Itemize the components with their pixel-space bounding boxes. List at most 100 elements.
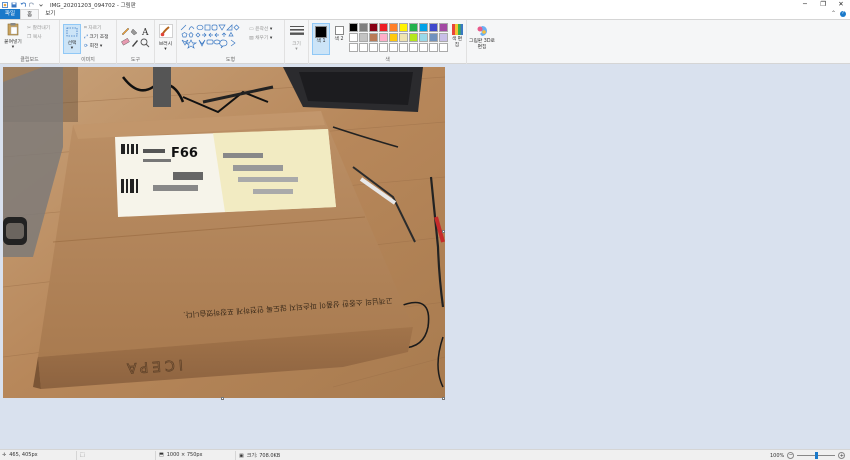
canvas-image[interactable]: F66 고객님의 소중한 상품이 파손되지 않도록 안전하게 포장하였습니다. … — [3, 67, 445, 398]
shapes-gallery[interactable] — [180, 24, 248, 51]
palette-custom-swatch-3[interactable] — [379, 43, 388, 52]
svg-text:A: A — [141, 28, 149, 38]
pencil-icon[interactable] — [121, 27, 130, 36]
tools-group-label: 도구 — [130, 57, 141, 63]
scissors-icon: ✂ — [27, 26, 32, 31]
palette-swatch-row2-1[interactable] — [359, 33, 368, 42]
palette-swatch-row1-6[interactable] — [409, 23, 418, 32]
colors-group: 색 1 색 2 색 편집 색 — [309, 20, 467, 64]
tab-view[interactable]: 보기 — [39, 9, 61, 19]
tools-palette: A — [121, 27, 150, 48]
palette-swatch-row2-6[interactable] — [409, 33, 418, 42]
palette-swatch-row2-0[interactable] — [349, 33, 358, 42]
brush-dropdown-icon[interactable]: ▾ — [155, 47, 176, 52]
palette-swatch-row1-2[interactable] — [369, 23, 378, 32]
color-picker-icon[interactable] — [132, 40, 138, 47]
palette-swatch-row2-9[interactable] — [439, 33, 448, 42]
palette-swatch-row1-0[interactable] — [349, 23, 358, 32]
rotate-button[interactable]: ⟳ 회전 ▾ — [84, 42, 102, 49]
cut-button[interactable]: ✂ 잘라내기 — [27, 24, 50, 31]
zoom-slider[interactable] — [797, 452, 836, 459]
palette-swatch-row2-5[interactable] — [399, 33, 408, 42]
size-group[interactable]: 크기 ▾ — [285, 20, 309, 64]
collapse-ribbon-icon[interactable]: ⌃ — [831, 10, 836, 17]
customize-qat-icon[interactable] — [38, 2, 44, 8]
palette-swatch-row2-4[interactable] — [389, 33, 398, 42]
fill-button[interactable]: ▨ 채우기 ▾ — [249, 34, 272, 41]
image-group-label: 이미지 — [81, 57, 95, 63]
crosshair-icon: ✛ — [2, 452, 7, 458]
crop-icon: ⌗ — [84, 26, 87, 31]
color2-button[interactable]: 색 2 — [332, 25, 346, 53]
text-icon[interactable]: A — [141, 28, 149, 38]
undo-icon[interactable] — [20, 1, 27, 8]
palette-swatch-row2-3[interactable] — [379, 33, 388, 42]
resize-button[interactable]: ⤢ 크기 조정 — [84, 33, 109, 40]
palette-custom-swatch-1[interactable] — [359, 43, 368, 52]
palette-custom-swatch-6[interactable] — [409, 43, 418, 52]
zoom-slider-thumb[interactable] — [815, 452, 819, 459]
paint3d-group[interactable]: 그림판 3D로 편집 — [467, 20, 497, 64]
palette-swatch-row1-1[interactable] — [359, 23, 368, 32]
palette-custom-swatch-0[interactable] — [349, 43, 358, 52]
canvas-resize-handle-right[interactable] — [442, 230, 445, 233]
zoom-out-button[interactable]: − — [787, 452, 795, 459]
clipboard-group: 붙여넣기 ▾ ✂ 잘라내기 ❐ 복사 클립보드 — [0, 20, 60, 64]
palette-swatch-row1-7[interactable] — [419, 23, 428, 32]
minimize-button[interactable]: ─ — [796, 0, 814, 9]
colors-group-label: 색 — [385, 57, 390, 63]
resize-icon: ⤢ — [84, 35, 88, 40]
palette-swatch-row2-2[interactable] — [369, 33, 378, 42]
crop-button[interactable]: ⌗ 자르기 — [84, 24, 101, 31]
canvas-workspace[interactable]: F66 고객님의 소중한 상품이 파손되지 않도록 안전하게 포장하였습니다. … — [0, 64, 850, 449]
palette-swatch-row1-3[interactable] — [379, 23, 388, 32]
tab-home[interactable]: 홈 — [20, 9, 40, 19]
palette-swatch-row1-4[interactable] — [389, 23, 398, 32]
close-button[interactable]: ✕ — [832, 0, 850, 9]
palette-custom-swatch-7[interactable] — [419, 43, 428, 52]
paste-button[interactable]: 붙여넣기 ▾ — [2, 22, 24, 50]
help-icon[interactable]: ? — [840, 11, 846, 17]
maximize-button[interactable]: ❐ — [814, 0, 832, 9]
select-dropdown-icon[interactable]: ▾ — [64, 46, 80, 51]
canvas-resize-handle-bottom[interactable] — [221, 397, 224, 400]
color1-button[interactable]: 색 1 — [312, 23, 330, 55]
palette-custom-swatch-5[interactable] — [399, 43, 408, 52]
outline-button[interactable]: ▭ 윤곽선 ▾ — [249, 25, 272, 32]
save-icon[interactable] — [11, 2, 17, 8]
tab-file[interactable]: 파일 — [0, 9, 21, 19]
redo-icon[interactable] — [28, 1, 35, 8]
title-bar: IMG_20201203_094702 - 그림판 ─ ❐ ✕ — [0, 0, 850, 9]
eraser-icon[interactable] — [121, 37, 130, 46]
paste-dropdown-icon[interactable]: ▾ — [2, 45, 24, 50]
palette-custom-swatch-8[interactable] — [429, 43, 438, 52]
palette-swatch-row2-8[interactable] — [429, 33, 438, 42]
paint-app-icon — [2, 1, 8, 8]
label-code-text: F66 — [171, 146, 198, 161]
zoom-level: 100% — [770, 452, 785, 459]
palette-swatch-row2-7[interactable] — [419, 33, 428, 42]
canvas-resize-handle-corner[interactable] — [442, 397, 445, 400]
cursor-position: ✛ 465, 405px — [2, 452, 38, 458]
palette-custom-swatch-9[interactable] — [439, 43, 448, 52]
tools-group: A 도구 — [117, 20, 155, 64]
clipboard-group-label: 클립보드 — [20, 57, 39, 63]
rotate-icon: ⟳ — [84, 44, 89, 49]
palette-swatch-row1-5[interactable] — [399, 23, 408, 32]
copy-button[interactable]: ❐ 복사 — [27, 33, 42, 40]
palette-custom-swatch-2[interactable] — [369, 43, 378, 52]
window-title: IMG_20201203_094702 - 그림판 — [50, 2, 136, 9]
palette-custom-swatch-4[interactable] — [389, 43, 398, 52]
selection-size: ⬚ — [80, 452, 85, 458]
palette-swatch-row1-8[interactable] — [429, 23, 438, 32]
fill-icon[interactable] — [130, 28, 138, 36]
edit-colors-icon — [451, 24, 463, 35]
zoom-in-button[interactable]: + — [838, 452, 846, 459]
palette-swatch-row1-9[interactable] — [439, 23, 448, 32]
edit-colors-button[interactable]: 색 편집 — [448, 24, 466, 49]
select-button[interactable]: 선택 ▾ — [63, 24, 81, 54]
brushes-group[interactable]: 브러시 ▾ — [155, 20, 177, 64]
selection-icon: ⬚ — [80, 452, 85, 458]
quick-access-toolbar — [0, 1, 44, 8]
magnifier-icon[interactable] — [140, 38, 150, 48]
